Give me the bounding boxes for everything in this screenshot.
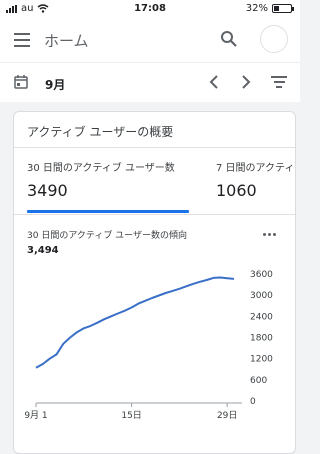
- avatar[interactable]: [260, 25, 288, 53]
- chart-value: 3,494: [27, 245, 59, 256]
- y-tick-label: 3600: [250, 270, 273, 280]
- battery-fill: [274, 6, 280, 11]
- filter-icon[interactable]: [271, 76, 287, 90]
- menu-icon[interactable]: [14, 33, 30, 47]
- metric-value: 1060: [216, 181, 257, 200]
- x-tick-label: 15日: [121, 410, 141, 421]
- y-tick-label: 2400: [250, 312, 273, 322]
- tab-30-day-active-users[interactable]: 30 日間のアクティブ ユーザー数 3490: [27, 159, 175, 200]
- trend-chart: 9月 1 15日 29日 3600 3000 2400 1800 1200 600 0: [24, 270, 273, 421]
- divider: [14, 147, 295, 148]
- app-bar: ホーム: [0, 18, 300, 62]
- date-range-label[interactable]: 9月: [45, 76, 65, 93]
- more-options-icon[interactable]: [263, 233, 276, 236]
- metric-label: 30 日間のアクティブ ユーザー数: [27, 163, 175, 174]
- battery-icon: [272, 4, 294, 13]
- y-tick-label: 600: [250, 376, 267, 386]
- metric-label: 7 日間のアクティブ: [216, 163, 296, 174]
- chart-title: 30 日間のアクティブ ユーザー数の傾向: [27, 231, 188, 241]
- x-tick-label: 29日: [217, 410, 237, 421]
- status-bar: au 17:08 32%: [0, 0, 300, 18]
- date-bar: 9月: [0, 62, 300, 102]
- calendar-icon[interactable]: [14, 75, 28, 89]
- card-title: アクティブ ユーザーの概要: [27, 125, 174, 139]
- selected-tab-indicator: [27, 210, 189, 213]
- divider: [14, 214, 295, 215]
- chevron-left-icon[interactable]: [207, 74, 221, 90]
- page-title: ホーム: [44, 32, 89, 50]
- y-tick-label: 3000: [250, 291, 273, 301]
- x-tick-label: 9月 1: [24, 410, 47, 421]
- active-users-card: アクティブ ユーザーの概要 30 日間のアクティブ ユーザー数 3490 7 日…: [13, 111, 296, 454]
- battery-percent: 32%: [245, 3, 268, 14]
- metric-value: 3490: [27, 181, 68, 200]
- series-line: [35, 276, 235, 369]
- status-right: 32%: [245, 3, 294, 14]
- chevron-right-icon[interactable]: [239, 74, 253, 90]
- y-tick-label: 1800: [250, 334, 273, 344]
- y-tick-label: 1200: [250, 355, 273, 365]
- y-tick-label: 0: [250, 397, 256, 407]
- search-icon[interactable]: [220, 30, 238, 48]
- tab-7-day-active-users[interactable]: 7 日間のアクティブ 1060: [216, 159, 296, 200]
